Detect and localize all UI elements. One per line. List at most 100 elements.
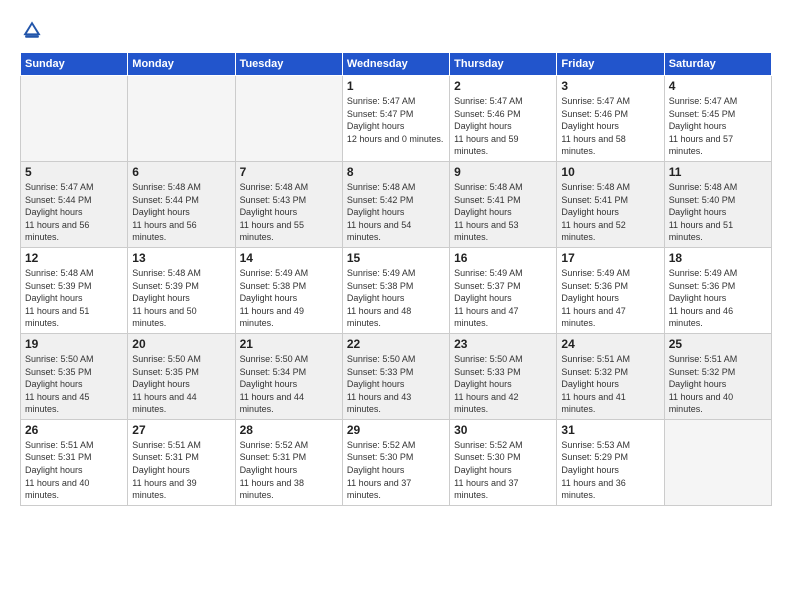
calendar-cell: 31Sunrise: 5:53 AMSunset: 5:29 PMDayligh… bbox=[557, 419, 664, 505]
day-info: Sunrise: 5:47 AMSunset: 5:46 PMDaylight … bbox=[454, 95, 552, 158]
day-number: 27 bbox=[132, 423, 230, 437]
day-number: 15 bbox=[347, 251, 445, 265]
calendar-cell: 29 Sunrise: 5:52 AMSunset: 5:30 PMDayligh… bbox=[342, 419, 449, 505]
day-info: Sunrise: 5:47 AMSunset: 5:47 PMDaylight … bbox=[347, 95, 445, 145]
calendar-cell bbox=[235, 76, 342, 162]
day-info: Sunrise: 5:49 AMSunset: 5:36 PMDaylight … bbox=[561, 267, 659, 330]
calendar-cell: 19 Sunrise: 5:50 AMSunset: 5:35 PMDayligh… bbox=[21, 333, 128, 419]
day-number: 14 bbox=[240, 251, 338, 265]
day-info: Sunrise: 5:48 AMSunset: 5:39 PMDaylight … bbox=[25, 267, 123, 330]
calendar-cell: 7 Sunrise: 5:48 AMSunset: 5:43 PMDaylight… bbox=[235, 161, 342, 247]
day-number: 13 bbox=[132, 251, 230, 265]
day-info: Sunrise: 5:50 AMSunset: 5:34 PMDaylight … bbox=[240, 353, 338, 416]
day-info: Sunrise: 5:49 AMSunset: 5:37 PMDaylight … bbox=[454, 267, 552, 330]
calendar-cell: 3 Sunrise: 5:47 AMSunset: 5:46 PMDaylight… bbox=[557, 76, 664, 162]
calendar-cell: 14Sunrise: 5:49 AMSunset: 5:38 PMDayligh… bbox=[235, 247, 342, 333]
day-number: 18 bbox=[669, 251, 767, 265]
calendar-cell: 1Sunrise: 5:47 AMSunset: 5:47 PMDaylight… bbox=[342, 76, 449, 162]
calendar-cell: 11 Sunrise: 5:48 AMSunset: 5:40 PMDayligh… bbox=[664, 161, 771, 247]
day-number: 31 bbox=[561, 423, 659, 437]
calendar-cell: 17 Sunrise: 5:49 AMSunset: 5:36 PMDayligh… bbox=[557, 247, 664, 333]
calendar-cell bbox=[664, 419, 771, 505]
day-info: Sunrise: 5:51 AMSunset: 5:31 PMDaylight … bbox=[25, 439, 123, 502]
day-number: 7 bbox=[240, 165, 338, 179]
day-info: Sunrise: 5:48 AMSunset: 5:43 PMDaylight … bbox=[240, 181, 338, 244]
day-number: 19 bbox=[25, 337, 123, 351]
day-number: 30 bbox=[454, 423, 552, 437]
day-info: Sunrise: 5:47 AMSunset: 5:46 PMDaylight … bbox=[561, 95, 659, 158]
calendar-table: SundayMondayTuesdayWednesdayThursdayFrid… bbox=[20, 52, 772, 506]
day-number: 12 bbox=[25, 251, 123, 265]
calendar-cell bbox=[128, 76, 235, 162]
calendar-header-row: SundayMondayTuesdayWednesdayThursdayFrid… bbox=[21, 53, 772, 76]
calendar-week-row: 26 Sunrise: 5:51 AMSunset: 5:31 PMDayligh… bbox=[21, 419, 772, 505]
day-info: Sunrise: 5:47 AMSunset: 5:45 PMDaylight … bbox=[669, 95, 767, 158]
calendar-cell: 26 Sunrise: 5:51 AMSunset: 5:31 PMDayligh… bbox=[21, 419, 128, 505]
day-number: 16 bbox=[454, 251, 552, 265]
calendar-week-row: 12 Sunrise: 5:48 AMSunset: 5:39 PMDayligh… bbox=[21, 247, 772, 333]
calendar-header-monday: Monday bbox=[128, 53, 235, 76]
day-number: 25 bbox=[669, 337, 767, 351]
calendar-cell: 20 Sunrise: 5:50 AMSunset: 5:35 PMDayligh… bbox=[128, 333, 235, 419]
calendar-cell: 8 Sunrise: 5:48 AMSunset: 5:42 PMDaylight… bbox=[342, 161, 449, 247]
calendar-cell: 2 Sunrise: 5:47 AMSunset: 5:46 PMDaylight… bbox=[450, 76, 557, 162]
day-info: Sunrise: 5:50 AMSunset: 5:35 PMDaylight … bbox=[25, 353, 123, 416]
logo-icon bbox=[20, 18, 44, 42]
calendar-week-row: 5 Sunrise: 5:47 AMSunset: 5:44 PMDaylight… bbox=[21, 161, 772, 247]
calendar-cell: 21 Sunrise: 5:50 AMSunset: 5:34 PMDayligh… bbox=[235, 333, 342, 419]
day-number: 17 bbox=[561, 251, 659, 265]
calendar-week-row: 19 Sunrise: 5:50 AMSunset: 5:35 PMDayligh… bbox=[21, 333, 772, 419]
day-info: Sunrise: 5:51 AMSunset: 5:32 PMDaylight … bbox=[561, 353, 659, 416]
day-info: Sunrise: 5:48 AMSunset: 5:42 PMDaylight … bbox=[347, 181, 445, 244]
day-info: Sunrise: 5:52 AMSunset: 5:30 PMDaylight … bbox=[454, 439, 552, 502]
day-info: Sunrise: 5:52 AMSunset: 5:30 PMDaylight … bbox=[347, 439, 445, 502]
calendar-cell: 12 Sunrise: 5:48 AMSunset: 5:39 PMDayligh… bbox=[21, 247, 128, 333]
day-number: 8 bbox=[347, 165, 445, 179]
day-info: Sunrise: 5:51 AMSunset: 5:32 PMDaylight … bbox=[669, 353, 767, 416]
calendar-cell: 25 Sunrise: 5:51 AMSunset: 5:32 PMDayligh… bbox=[664, 333, 771, 419]
logo bbox=[20, 18, 48, 42]
day-number: 22 bbox=[347, 337, 445, 351]
day-info: Sunrise: 5:52 AMSunset: 5:31 PMDaylight … bbox=[240, 439, 338, 502]
day-info: Sunrise: 5:48 AMSunset: 5:44 PMDaylight … bbox=[132, 181, 230, 244]
calendar-week-row: 1Sunrise: 5:47 AMSunset: 5:47 PMDaylight… bbox=[21, 76, 772, 162]
calendar-header-friday: Friday bbox=[557, 53, 664, 76]
calendar-cell: 4 Sunrise: 5:47 AMSunset: 5:45 PMDaylight… bbox=[664, 76, 771, 162]
day-number: 21 bbox=[240, 337, 338, 351]
day-number: 11 bbox=[669, 165, 767, 179]
day-number: 20 bbox=[132, 337, 230, 351]
calendar-header-sunday: Sunday bbox=[21, 53, 128, 76]
header bbox=[20, 18, 772, 42]
day-number: 2 bbox=[454, 79, 552, 93]
calendar-cell: 23Sunrise: 5:50 AMSunset: 5:33 PMDayligh… bbox=[450, 333, 557, 419]
day-number: 5 bbox=[25, 165, 123, 179]
calendar-cell bbox=[21, 76, 128, 162]
day-number: 9 bbox=[454, 165, 552, 179]
day-info: Sunrise: 5:48 AMSunset: 5:41 PMDaylight … bbox=[561, 181, 659, 244]
day-info: Sunrise: 5:49 AMSunset: 5:36 PMDaylight … bbox=[669, 267, 767, 330]
day-number: 24 bbox=[561, 337, 659, 351]
calendar-cell: 10 Sunrise: 5:48 AMSunset: 5:41 PMDayligh… bbox=[557, 161, 664, 247]
day-number: 4 bbox=[669, 79, 767, 93]
day-info: Sunrise: 5:51 AMSunset: 5:31 PMDaylight … bbox=[132, 439, 230, 502]
calendar-cell: 22Sunrise: 5:50 AMSunset: 5:33 PMDayligh… bbox=[342, 333, 449, 419]
day-number: 3 bbox=[561, 79, 659, 93]
calendar-cell: 18 Sunrise: 5:49 AMSunset: 5:36 PMDayligh… bbox=[664, 247, 771, 333]
day-number: 10 bbox=[561, 165, 659, 179]
day-number: 29 bbox=[347, 423, 445, 437]
calendar-cell: 27 Sunrise: 5:51 AMSunset: 5:31 PMDayligh… bbox=[128, 419, 235, 505]
calendar-cell: 6Sunrise: 5:48 AMSunset: 5:44 PMDaylight… bbox=[128, 161, 235, 247]
day-info: Sunrise: 5:48 AMSunset: 5:40 PMDaylight … bbox=[669, 181, 767, 244]
day-info: Sunrise: 5:50 AMSunset: 5:35 PMDaylight … bbox=[132, 353, 230, 416]
calendar-cell: 15Sunrise: 5:49 AMSunset: 5:38 PMDayligh… bbox=[342, 247, 449, 333]
day-info: Sunrise: 5:48 AMSunset: 5:39 PMDaylight … bbox=[132, 267, 230, 330]
calendar-header-wednesday: Wednesday bbox=[342, 53, 449, 76]
day-number: 26 bbox=[25, 423, 123, 437]
day-info: Sunrise: 5:47 AMSunset: 5:44 PMDaylight … bbox=[25, 181, 123, 244]
day-number: 28 bbox=[240, 423, 338, 437]
calendar-header-saturday: Saturday bbox=[664, 53, 771, 76]
day-info: Sunrise: 5:48 AMSunset: 5:41 PMDaylight … bbox=[454, 181, 552, 244]
calendar-cell: 28 Sunrise: 5:52 AMSunset: 5:31 PMDayligh… bbox=[235, 419, 342, 505]
calendar-cell: 24 Sunrise: 5:51 AMSunset: 5:32 PMDayligh… bbox=[557, 333, 664, 419]
calendar-cell: 13 Sunrise: 5:48 AMSunset: 5:39 PMDayligh… bbox=[128, 247, 235, 333]
